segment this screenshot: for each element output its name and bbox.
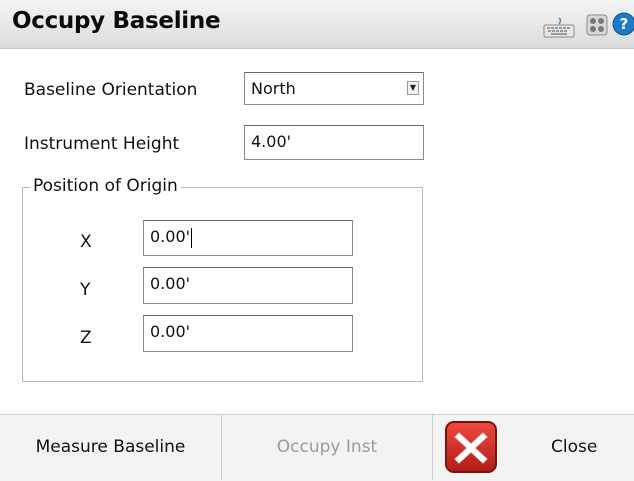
instrument-height-label: Instrument Height (24, 134, 180, 154)
y-input[interactable]: 0.00' (143, 267, 353, 304)
y-label: Y (80, 280, 91, 300)
quad-grid-icon[interactable] (586, 14, 608, 40)
keyboard-icon[interactable] (543, 16, 575, 42)
title-bar: Occupy Baseline ? (0, 0, 634, 49)
dropdown-arrow-icon[interactable]: ▼ (407, 81, 419, 95)
occupy-inst-button[interactable]: Occupy Inst (222, 414, 432, 480)
position-of-origin-title: Position of Origin (30, 176, 181, 196)
text-cursor (191, 227, 193, 248)
close-button[interactable]: Close (433, 414, 634, 480)
close-label: Close (551, 437, 598, 457)
z-input[interactable]: 0.00' (143, 315, 353, 352)
z-label: Z (80, 328, 92, 348)
x-input[interactable]: 0.00' (143, 220, 353, 256)
x-label: X (80, 232, 92, 252)
baseline-orientation-label: Baseline Orientation (24, 80, 198, 100)
close-icon (443, 419, 499, 480)
window-title: Occupy Baseline (12, 8, 221, 34)
baseline-orientation-dropdown[interactable]: North ▼ (244, 72, 424, 105)
svg-text:?: ? (620, 15, 629, 33)
baseline-orientation-value: North (251, 79, 296, 98)
help-icon[interactable]: ? (612, 12, 634, 40)
x-value: 0.00' (150, 227, 191, 246)
instrument-height-input[interactable]: 4.00' (244, 125, 424, 160)
measure-baseline-button[interactable]: Measure Baseline (0, 414, 221, 480)
